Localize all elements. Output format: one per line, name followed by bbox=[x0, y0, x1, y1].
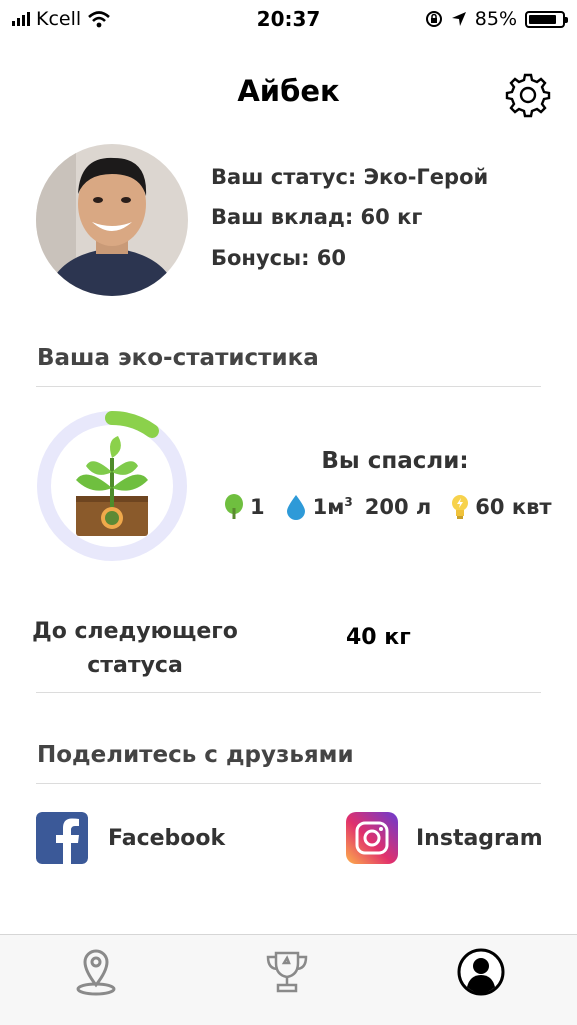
lightbulb-icon bbox=[452, 495, 469, 519]
tab-achievements[interactable] bbox=[262, 947, 312, 997]
energy-saved: 60 квт bbox=[451, 494, 552, 520]
next-status-value: 40 кг bbox=[346, 625, 411, 650]
status-bar: Kcell 20:37 85% bbox=[0, 0, 577, 38]
instagram-share-button[interactable]: Instagram bbox=[346, 812, 543, 864]
facebook-share-button[interactable]: Facebook bbox=[36, 812, 225, 864]
progress-ring bbox=[37, 411, 187, 561]
water-m3-sup: 3 bbox=[344, 495, 353, 509]
divider bbox=[36, 783, 541, 784]
user-bonuses: Бонусы: 60 bbox=[211, 246, 347, 270]
water-saved: 1м3 200 л bbox=[285, 494, 432, 520]
gear-icon[interactable] bbox=[505, 72, 551, 118]
avatar[interactable] bbox=[36, 144, 188, 296]
battery-percent: 85% bbox=[474, 8, 517, 30]
location-arrow-icon bbox=[451, 12, 466, 26]
water-drop-icon bbox=[286, 495, 305, 520]
user-contribution: Ваш вклад: 60 кг bbox=[211, 205, 423, 229]
page-title: Айбек bbox=[237, 74, 340, 108]
tab-profile[interactable] bbox=[456, 947, 506, 997]
user-status: Ваш статус: Эко-Герой bbox=[211, 165, 489, 189]
trophy-icon bbox=[266, 951, 308, 993]
instagram-icon bbox=[346, 812, 398, 864]
tab-map[interactable] bbox=[71, 947, 121, 997]
energy-value: 60 квт bbox=[475, 495, 552, 519]
facebook-icon bbox=[36, 812, 88, 864]
saved-stats: 1 1м3 200 л 60 квт bbox=[224, 494, 552, 520]
eco-stats-title: Ваша эко-статистика bbox=[37, 345, 319, 371]
water-m3-value: 1м bbox=[312, 495, 345, 519]
saved-title: Вы спасли: bbox=[321, 448, 469, 474]
divider bbox=[36, 386, 541, 387]
rotation-lock-icon bbox=[425, 11, 442, 27]
water-l-value: 200 л bbox=[364, 495, 432, 519]
tree-icon bbox=[225, 494, 243, 519]
trees-saved: 1 bbox=[224, 494, 265, 520]
divider bbox=[36, 692, 541, 693]
battery-icon bbox=[525, 10, 568, 28]
plant-icon bbox=[76, 436, 148, 536]
status-right: 85% bbox=[425, 8, 568, 30]
profile-icon bbox=[457, 948, 505, 996]
next-status-label: До следующего статуса bbox=[32, 619, 238, 678]
avatar-photo bbox=[36, 144, 188, 296]
share-title: Поделитесь с друзьями bbox=[37, 742, 354, 768]
map-pin-icon bbox=[76, 949, 116, 996]
instagram-label: Instagram bbox=[416, 825, 543, 851]
facebook-label: Facebook bbox=[108, 825, 226, 851]
trees-value: 1 bbox=[250, 495, 265, 519]
